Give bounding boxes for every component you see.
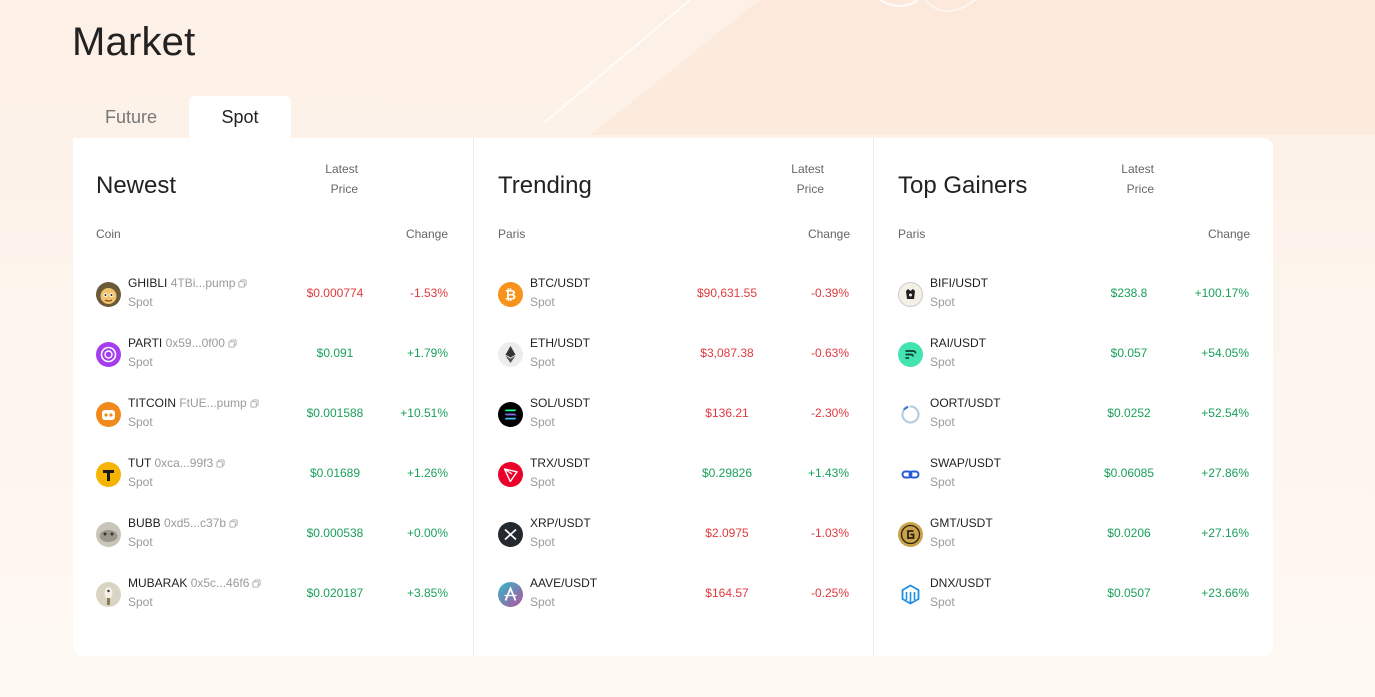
coin-row-ghibli[interactable]: GHIBLI 4TBi...pump Spot $0.000774 -1.53% [73, 265, 473, 325]
coin-row-tut[interactable]: TUT 0xca...99f3 Spot $0.01689 +1.26% [73, 445, 473, 505]
change-value: +23.66% [1201, 586, 1249, 600]
latest-price-header: Latest Price [1121, 162, 1154, 196]
column-title: Trending [498, 172, 592, 199]
xrp-icon [498, 522, 523, 547]
change-value: +52.54% [1201, 406, 1249, 420]
copy-icon[interactable] [228, 339, 237, 348]
aave-icon [498, 582, 523, 607]
coin-row-titcoin[interactable]: TITCOIN FtUE...pump Spot $0.001588 +10.5… [73, 385, 473, 445]
latest-price: $0.06085 [1103, 466, 1155, 480]
pair-row-oort[interactable]: OORT/USDT Spot $0.0252 +52.54% [874, 385, 1274, 445]
mubarak-icon [96, 582, 121, 607]
trx-icon [498, 462, 523, 487]
tab-future[interactable]: Future [73, 96, 189, 138]
change-value: -1.53% [409, 286, 448, 300]
change-value: +100.17% [1194, 286, 1249, 300]
trending-column: Trending Paris Latest Price Change ₿ BTC/… [473, 138, 874, 656]
change-value: -1.03% [810, 526, 849, 540]
sol-icon [498, 402, 523, 427]
latest-price: $0.29826 [701, 466, 753, 480]
newest-column: Newest Coin Latest Price Change GHIBLI 4T… [73, 138, 473, 656]
pair-header: Paris [898, 227, 926, 241]
dnx-icon [898, 582, 923, 607]
change-value: +10.51% [400, 406, 448, 420]
rai-icon [898, 342, 923, 367]
latest-price: $3,087.38 [700, 346, 754, 360]
page-title: Market [72, 20, 196, 64]
copy-icon[interactable] [252, 579, 261, 588]
latest-price: $164.57 [705, 586, 749, 600]
latest-price: $0.0507 [1107, 586, 1151, 600]
latest-price-header: Latest Price [791, 162, 824, 196]
change-value: +1.79% [406, 346, 448, 360]
column-title: Newest [96, 172, 177, 199]
latest-price: $0.0252 [1107, 406, 1151, 420]
coin-row-bubb[interactable]: BUBB 0xd5...c37b Spot $0.000538 +0.00% [73, 505, 473, 565]
coin-row-parti[interactable]: PARTI 0x59...0f00 Spot $0.091 +1.79% [73, 325, 473, 385]
change-value: +27.86% [1201, 466, 1249, 480]
pair-header: Paris [498, 227, 526, 241]
copy-icon[interactable] [238, 279, 247, 288]
tab-spot[interactable]: Spot [189, 96, 291, 138]
bubb-icon [96, 522, 121, 547]
coin-row-mubarak[interactable]: MUBARAK 0x5c...46f6 Spot $0.020187 +3.85… [73, 565, 473, 625]
pair-row-aave[interactable]: AAVE/USDT Spot $164.57 -0.25% [474, 565, 874, 625]
pair-row-xrp[interactable]: XRP/USDT Spot $2.0975 -1.03% [474, 505, 874, 565]
pair-row-eth[interactable]: ETH/USDT Spot $3,087.38 -0.63% [474, 325, 874, 385]
swap-icon [898, 462, 923, 487]
pair-row-gmt[interactable]: GMT/USDT Spot $0.0206 +27.16% [874, 505, 1274, 565]
latest-price: $0.0206 [1107, 526, 1151, 540]
pair-row-swap[interactable]: SWAP/USDT Spot $0.06085 +27.86% [874, 445, 1274, 505]
eth-icon [498, 342, 523, 367]
svg-text:₿: ₿ [505, 288, 516, 304]
change-value: -2.30% [810, 406, 849, 420]
market-tabs: Future Spot [73, 96, 291, 138]
btc-icon: ₿ [498, 282, 523, 307]
change-value: +27.16% [1201, 526, 1249, 540]
change-value: -0.25% [810, 586, 849, 600]
gmt-icon [898, 522, 923, 547]
pair-row-bifi[interactable]: BIFI/USDT Spot $238.8 +100.17% [874, 265, 1274, 325]
pair-row-btc[interactable]: ₿ BTC/USDT Spot $90,631.55 -0.39% [474, 265, 874, 325]
market-card: Newest Coin Latest Price Change GHIBLI 4T… [73, 138, 1273, 656]
top-gainers-column: Top Gainers Paris Latest Price Change BIF… [873, 138, 1274, 656]
change-value: +0.00% [406, 526, 448, 540]
change-value: +1.43% [807, 466, 849, 480]
latest-price: $238.8 [1110, 286, 1148, 300]
latest-price: $2.0975 [705, 526, 749, 540]
bifi-icon [898, 282, 923, 307]
oort-icon [898, 402, 923, 427]
titcoin-icon [96, 402, 121, 427]
pair-row-rai[interactable]: RAI/USDT Spot $0.057 +54.05% [874, 325, 1274, 385]
change-header: Change [807, 227, 850, 241]
column-title: Top Gainers [898, 172, 1028, 199]
change-value: +3.85% [406, 586, 448, 600]
copy-icon[interactable] [216, 459, 225, 468]
ghibli-icon [96, 282, 121, 307]
change-value: -0.63% [810, 346, 849, 360]
latest-price: $90,631.55 [696, 286, 758, 300]
change-value: -0.39% [810, 286, 849, 300]
change-value: +1.26% [406, 466, 448, 480]
pair-row-dnx[interactable]: DNX/USDT Spot $0.0507 +23.66% [874, 565, 1274, 625]
tut-icon [96, 462, 121, 487]
copy-icon[interactable] [229, 519, 238, 528]
coin-header: Coin [96, 227, 121, 241]
change-value: +54.05% [1201, 346, 1249, 360]
latest-price: $136.21 [705, 406, 749, 420]
change-header: Change [1207, 227, 1250, 241]
copy-icon[interactable] [250, 399, 259, 408]
parti-icon [96, 342, 121, 367]
pair-row-trx[interactable]: TRX/USDT Spot $0.29826 +1.43% [474, 445, 874, 505]
latest-price-header: Latest Price [325, 162, 358, 196]
change-header: Change [405, 227, 448, 241]
latest-price: $0.057 [1110, 346, 1148, 360]
pair-row-sol[interactable]: SOL/USDT Spot $136.21 -2.30% [474, 385, 874, 445]
